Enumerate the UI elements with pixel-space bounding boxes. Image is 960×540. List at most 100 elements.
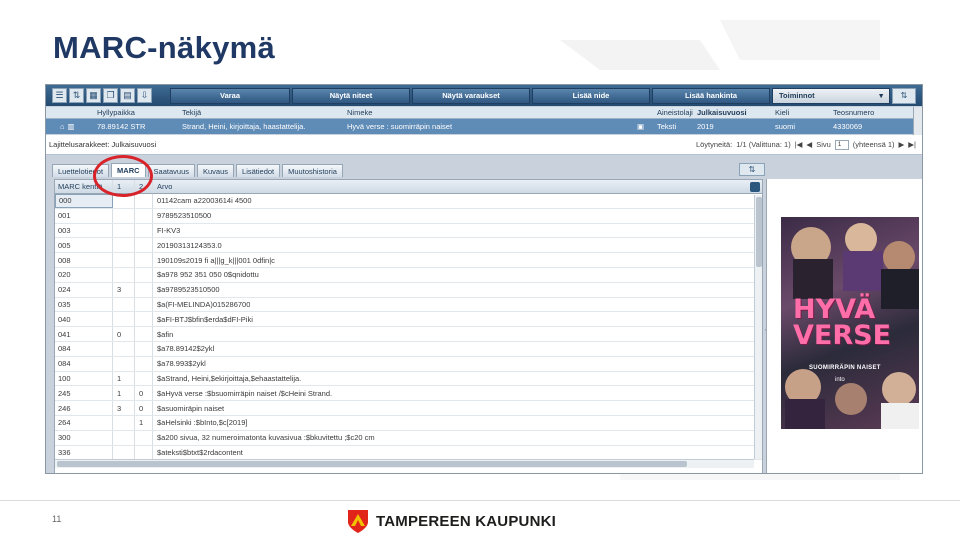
table-row[interactable]: 035 $a(FI-MELINDA)015286700 (55, 297, 762, 313)
marc-indicator-1 (113, 253, 135, 267)
show-items-button[interactable]: Näytä niteet (292, 87, 410, 104)
actions-menu[interactable]: Toiminnot ▾ (772, 87, 890, 104)
results-header: Hyllypaikka Tekijä Nimeke Aineistolaji J… (46, 107, 917, 119)
table-row[interactable]: 008 190109s2019 fi a|||g_k|||001 0dfin|c (55, 253, 762, 268)
marc-indicator-1 (113, 208, 135, 223)
marc-field-tag: 020 (55, 267, 113, 282)
marc-field-value: $a(FI-MELINDA)015286700 (157, 299, 251, 309)
table-row[interactable]: 245 1 0 $aHyvä verse :$bsuomirräpin naiset … (55, 386, 762, 402)
marc-indicator-1 (113, 356, 135, 371)
page-label: Sivu (816, 140, 831, 149)
marc-indicator-1 (113, 297, 135, 312)
download-icon[interactable]: ⇩ (137, 88, 152, 103)
results-scrollbar[interactable] (913, 107, 922, 135)
column-chooser-icon[interactable] (750, 181, 760, 192)
column-header-language[interactable]: Kieli (771, 108, 829, 117)
book-cover-image: HYVÄ VERSE SUOMIRRÄPIN NAISET into (781, 217, 919, 429)
marc-horizontal-scrollbar[interactable] (55, 459, 754, 468)
table-row[interactable]: 024 3 $a9789523510500 (55, 282, 762, 298)
marc-indicator-1 (113, 312, 135, 327)
column-header-value[interactable]: Arvo (153, 180, 172, 193)
table-row[interactable]: 040 $aFI-BTJ$bfin$erda$dFI-Piki (55, 312, 762, 328)
tab-additional-info[interactable]: Lisätiedot (236, 164, 281, 177)
add-item-button[interactable]: Lisää nide (532, 87, 650, 104)
table-row[interactable]: 300 $a200 sivua, 32 numeroimatonta kuvasi… (55, 430, 762, 446)
cover-title: HYVÄ VERSE (793, 294, 892, 351)
marc-indicator-2 (135, 341, 153, 356)
marc-indicator-2 (135, 327, 153, 341)
page-number: 11 (52, 514, 62, 524)
nav-prev-icon[interactable]: ◀ (806, 140, 812, 149)
nav-next-icon[interactable]: ▶ (899, 140, 905, 149)
column-header-year[interactable]: Julkaisuvuosi (693, 108, 771, 117)
tab-description[interactable]: Kuvaus (197, 164, 235, 177)
grid-icon[interactable]: ▦ (86, 88, 101, 103)
marc-field-value: $a78.993$2ykl (157, 359, 206, 369)
list-icon[interactable]: ☰ (52, 88, 67, 103)
marc-indicator-2 (135, 238, 153, 253)
table-row[interactable]: 084 $a78.89142$2ykl (55, 341, 762, 357)
nav-first-icon[interactable]: |◀ (795, 140, 803, 149)
tab-sort-button[interactable]: ⇅ (739, 163, 765, 176)
sort-icon[interactable]: ⇅ (69, 88, 84, 103)
marc-indicator-2 (135, 253, 153, 267)
marc-indicator-1 (113, 267, 135, 282)
column-header-title[interactable]: Nimeke (343, 108, 653, 117)
row-author: Strand, Heini, kirjoittaja, haastattelij… (182, 122, 306, 131)
table-row[interactable]: 084 $a78.993$2ykl (55, 356, 762, 372)
nav-last-icon[interactable]: ▶| (908, 140, 916, 149)
tab-availability[interactable]: Saatavuus (147, 164, 195, 177)
marc-indicator-1 (113, 430, 135, 445)
row-work-number: 4330069 (833, 122, 863, 131)
table-row[interactable]: 020 $a978 952 351 050 0$qnidottu (55, 267, 762, 283)
marc-indicator-2 (135, 371, 153, 386)
table-row[interactable]: 005 20190313124353.0 (55, 238, 762, 254)
toolbar-sort-button[interactable]: ⇅ (892, 87, 916, 104)
marc-indicator-1: 0 (113, 327, 135, 341)
marc-grid: MARC kenttä 1 2 Arvo 000 01142cam a220036… (54, 179, 763, 473)
marc-field-tag: 100 (55, 371, 113, 386)
table-row[interactable]: 000 01142cam a22003614i 4500 (55, 194, 762, 209)
marc-field-value: 190109s2019 fi a|||g_k|||001 0dfin|c (157, 255, 275, 265)
marc-field-value: $aHelsinki :$bInto,$c[2019] (157, 418, 248, 428)
marc-field-tag: 003 (55, 223, 113, 238)
table-row[interactable]: 003 FI-KV3 (55, 223, 762, 239)
table-row[interactable]: ⌂ ▥ 78.89142 STR Strand, Heini, kirjoitt… (46, 119, 917, 134)
marc-field-value: $aFI-BTJ$bfin$erda$dFI-Piki (157, 314, 253, 324)
copy-icon[interactable]: ❐ (103, 88, 118, 103)
marc-field-value: 9789523510500 (157, 211, 212, 221)
marc-field-tag: 008 (55, 253, 113, 267)
column-header-shelf[interactable]: Hyllypaikka (93, 108, 178, 117)
footer-divider (0, 500, 960, 501)
marc-indicator-2 (135, 267, 153, 282)
column-header-work-number[interactable]: Teosnumero (829, 108, 899, 117)
column-header-author[interactable]: Tekijä (178, 108, 343, 117)
table-row[interactable]: 264 1 $aHelsinki :$bInto,$c[2019] (55, 415, 762, 431)
actions-menu-label: Toiminnot (779, 91, 815, 100)
marc-field-value: $aStrand, Heini,$ekirjoittaja,$ehaastatt… (157, 373, 302, 383)
marc-indicator-2 (135, 297, 153, 312)
marc-field-tag: 000 (55, 194, 113, 208)
book-icon[interactable]: ▤ (120, 88, 135, 103)
cover-pane: HYVÄ VERSE SUOMIRRÄPIN NAISET into (766, 179, 922, 473)
page-input[interactable]: 1 (834, 139, 849, 150)
main-toolbar: ☰ ⇅ ▦ ❐ ▤ ⇩ Varaa Näytä niteet Näytä var… (46, 85, 922, 106)
text-icon: ▣ (637, 122, 645, 131)
add-acquisition-button[interactable]: Lisää hankinta (652, 87, 770, 104)
tab-change-history[interactable]: Muutoshistoria (282, 164, 343, 177)
column-header-material-type[interactable]: Aineistolaji (653, 108, 693, 117)
book-icon: ▥ (67, 122, 75, 131)
marc-field-tag: 035 (55, 297, 113, 312)
marc-field-tag: 084 (55, 341, 113, 356)
table-row[interactable]: 100 1 $aStrand, Heini,$ekirjoittaja,$ehaas… (55, 371, 762, 387)
toolbar-icons: ☰ ⇅ ▦ ❐ ▤ ⇩ (46, 88, 170, 103)
table-row[interactable]: 246 3 0 $asuomiräpin naiset (55, 401, 762, 416)
reserve-button[interactable]: Varaa (170, 87, 290, 104)
slide-title: MARC-näkymä (53, 30, 276, 65)
table-row[interactable]: 001 9789523510500 (55, 208, 762, 224)
table-row[interactable]: 041 0 $afin (55, 327, 762, 342)
pager: Löytyneitä: 1/1 (Valittuna: 1) |◀ ◀ Sivu… (696, 139, 922, 150)
marc-field-value: $a78.89142$2ykl (157, 344, 215, 354)
marc-vertical-scrollbar[interactable] (754, 195, 762, 459)
show-reservations-button[interactable]: Näytä varaukset (412, 87, 530, 104)
